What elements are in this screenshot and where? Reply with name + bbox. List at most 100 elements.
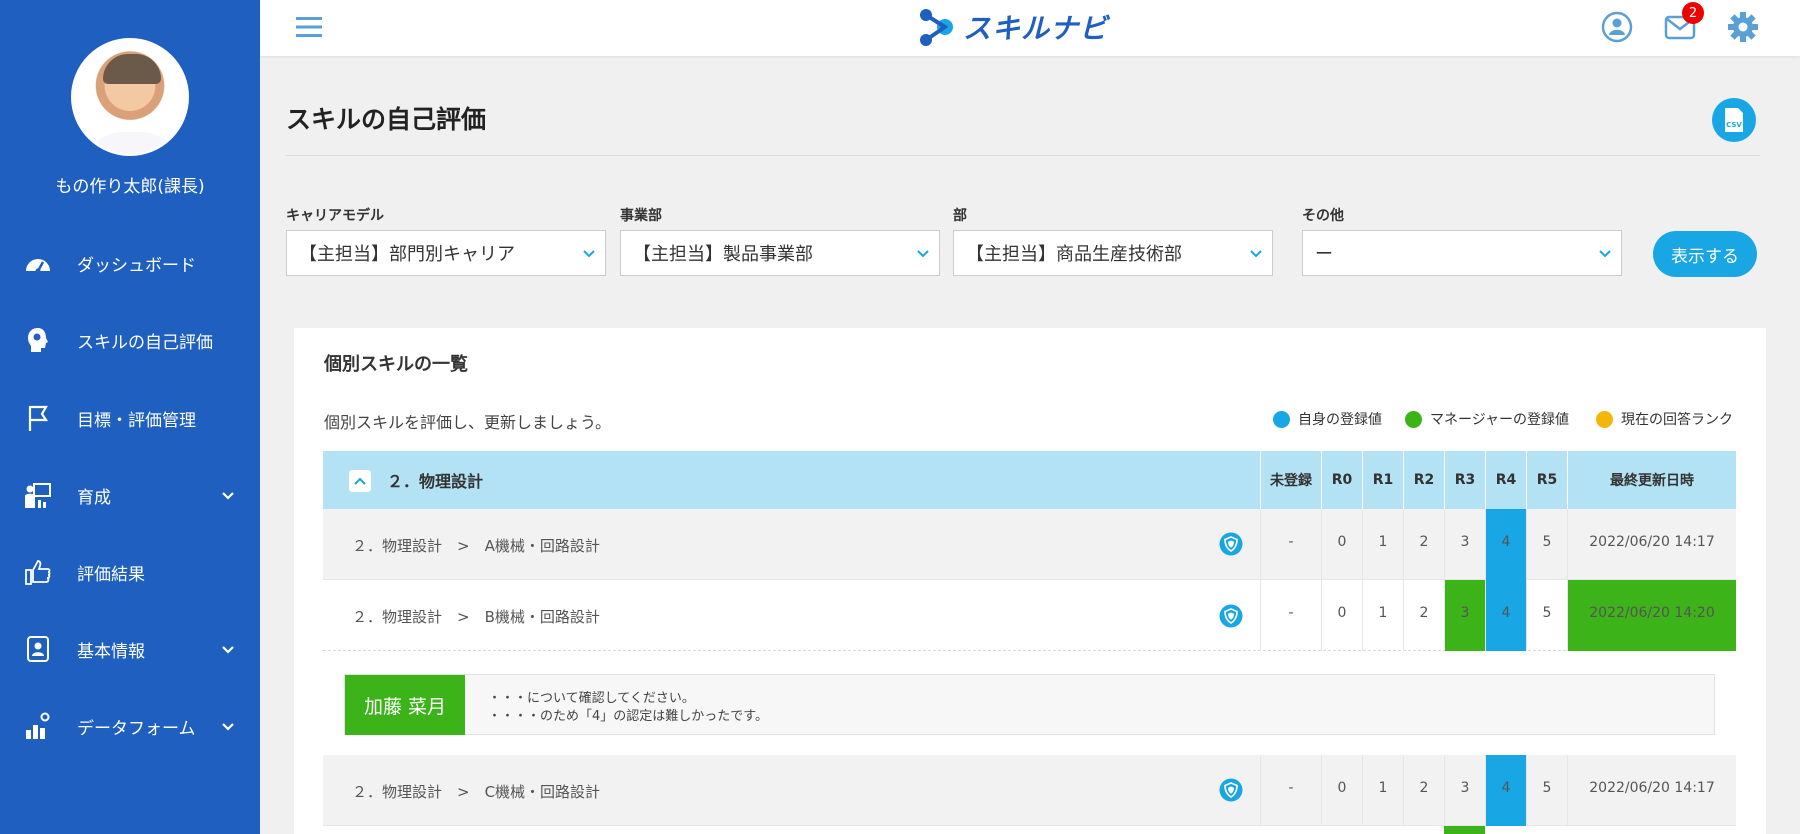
logo[interactable]: スキルナビ: [915, 6, 1108, 48]
rank-cell-manager[interactable]: [1444, 826, 1485, 834]
rank-cell[interactable]: -: [1260, 509, 1321, 580]
sidebar-item-label: 目標・評価管理: [77, 410, 196, 431]
column-header-r1: R1: [1362, 451, 1403, 509]
last-updated: 2022/06/20 14:17: [1567, 755, 1736, 826]
legend-label: 自身の登録値: [1298, 412, 1382, 428]
legend-dot: [1273, 410, 1290, 428]
rank-cell[interactable]: 3: [1444, 509, 1485, 580]
collapse-toggle[interactable]: [349, 470, 371, 492]
card-title: 個別スキルの一覧: [324, 354, 468, 375]
chart-user-icon: [24, 712, 52, 740]
rank-cell[interactable]: 0: [1321, 580, 1362, 651]
avatar[interactable]: [71, 38, 189, 156]
last-updated: 2022/06/20 14:20: [1567, 580, 1736, 651]
sidebar-item-training[interactable]: 育成: [0, 465, 260, 525]
sidebar-item-results[interactable]: 評価結果: [0, 542, 260, 602]
sidebar-item-dashboard[interactable]: ダッシュボード: [0, 233, 260, 293]
rank-cell[interactable]: 2: [1403, 755, 1444, 826]
rank-cell[interactable]: 1: [1362, 580, 1403, 651]
divider: [286, 155, 1760, 156]
sidebar-item-data-form[interactable]: データフォーム: [0, 696, 260, 756]
rank-cell[interactable]: 2: [1403, 580, 1444, 651]
chevron-up-icon: [354, 477, 366, 485]
column-header-r5: R5: [1526, 451, 1567, 509]
logo-mark-icon: [920, 9, 953, 46]
column-header-last-updated: 最終更新日時: [1567, 451, 1736, 509]
sidebar-item-label: 基本情報: [77, 641, 145, 662]
select-value: 【主担当】部門別キャリア: [299, 244, 515, 265]
comment-text: ・・・・のため「4」の認定は難しかったです。: [488, 709, 768, 724]
rank-cell[interactable]: -: [1260, 580, 1321, 651]
logo-text: スキルナビ: [963, 12, 1109, 45]
chevron-down-icon: [917, 250, 929, 258]
user-profile-icon[interactable]: [1600, 10, 1634, 44]
rank-cell[interactable]: -: [1260, 755, 1321, 826]
rank-cell[interactable]: 1: [1362, 755, 1403, 826]
gauge-icon: [24, 249, 52, 277]
rank-cell-self[interactable]: 4: [1485, 509, 1526, 580]
sidebar-item-skill-self-eval[interactable]: スキルの自己評価: [0, 310, 260, 370]
select-value: 【主担当】商品生産技術部: [966, 244, 1182, 265]
sidebar-item-label: ダッシュボード: [77, 255, 196, 276]
column-header-r4: R4: [1485, 451, 1526, 509]
user-name: もの作り太郎(課長): [55, 177, 205, 197]
rank-cell[interactable]: 5: [1526, 580, 1567, 651]
chevron-down-icon: [1250, 250, 1262, 258]
legend-label: マネージャーの登録値: [1430, 412, 1570, 428]
notification-badge: 2: [1682, 2, 1704, 24]
select-value: ー: [1315, 244, 1333, 265]
rank-cell-self[interactable]: 4: [1485, 755, 1526, 826]
sidebar-item-goals[interactable]: 目標・評価管理: [0, 388, 260, 448]
filter-label-career-model: キャリアモデル: [286, 208, 384, 224]
shield-icon[interactable]: [1219, 604, 1243, 628]
rank-cell-manager[interactable]: 3: [1444, 580, 1485, 651]
sidebar-item-label: スキルの自己評価: [77, 332, 213, 353]
comment-text: ・・・について確認してください。: [488, 691, 695, 706]
rank-cell[interactable]: 2: [1403, 509, 1444, 580]
division-select[interactable]: 【主担当】製品事業部: [620, 230, 940, 276]
select-value: 【主担当】製品事業部: [633, 244, 813, 265]
other-select[interactable]: ー: [1302, 230, 1622, 276]
sidebar-item-label: 育成: [77, 487, 111, 508]
rank-cell[interactable]: 0: [1321, 509, 1362, 580]
training-icon: [24, 481, 52, 509]
filter-label-department: 部: [953, 208, 967, 224]
skill-group-label: ２．物理設計: [387, 472, 484, 491]
csv-export-button[interactable]: CSV: [1712, 98, 1756, 142]
show-button[interactable]: 表示する: [1653, 231, 1757, 277]
chevron-down-icon: [583, 250, 595, 258]
last-updated: 2022/06/20 14:17: [1567, 509, 1736, 580]
id-card-icon: [24, 635, 52, 663]
rank-cell[interactable]: 3: [1444, 755, 1485, 826]
chevron-down-icon: [1599, 250, 1611, 258]
skill-name: ２．物理設計 > C機械・回路設計: [352, 783, 601, 801]
rank-cell[interactable]: 1: [1362, 509, 1403, 580]
rank-cell[interactable]: 5: [1526, 509, 1567, 580]
skill-name: ２．物理設計 > A機械・回路設計: [352, 537, 600, 555]
thumbs-up-icon: [24, 558, 52, 586]
sidebar-item-basic-info[interactable]: 基本情報: [0, 619, 260, 679]
sidebar-item-label: 評価結果: [77, 564, 145, 585]
sidebar: もの作り太郎(課長) ダッシュボード スキルの自己評価 目標・評価管理 育成 評…: [0, 0, 260, 834]
department-select[interactable]: 【主担当】商品生産技術部: [953, 230, 1273, 276]
chevron-down-icon: [222, 723, 234, 731]
shield-icon[interactable]: [1219, 532, 1243, 556]
rank-cell[interactable]: 0: [1321, 755, 1362, 826]
filter-label-other: その他: [1302, 208, 1344, 224]
rank-cell[interactable]: 5: [1526, 755, 1567, 826]
column-header-r3: R3: [1444, 451, 1485, 509]
chevron-down-icon: [222, 492, 234, 500]
chevron-down-icon: [222, 646, 234, 654]
rank-cell-self[interactable]: 4: [1485, 580, 1526, 651]
hamburger-menu-icon[interactable]: [296, 14, 322, 40]
legend-item-current-rank: 現在の回答ランク: [1596, 409, 1733, 429]
shield-icon[interactable]: [1219, 778, 1243, 802]
skill-name: ２．物理設計 > B機械・回路設計: [352, 608, 600, 626]
table-row[interactable]: [323, 826, 1736, 834]
flag-icon: [24, 404, 52, 432]
filter-label-division: 事業部: [620, 208, 662, 224]
legend-dot: [1405, 410, 1422, 428]
legend-item-self: 自身の登録値: [1273, 409, 1382, 429]
gear-icon[interactable]: [1726, 10, 1760, 44]
career-model-select[interactable]: 【主担当】部門別キャリア: [286, 230, 606, 276]
